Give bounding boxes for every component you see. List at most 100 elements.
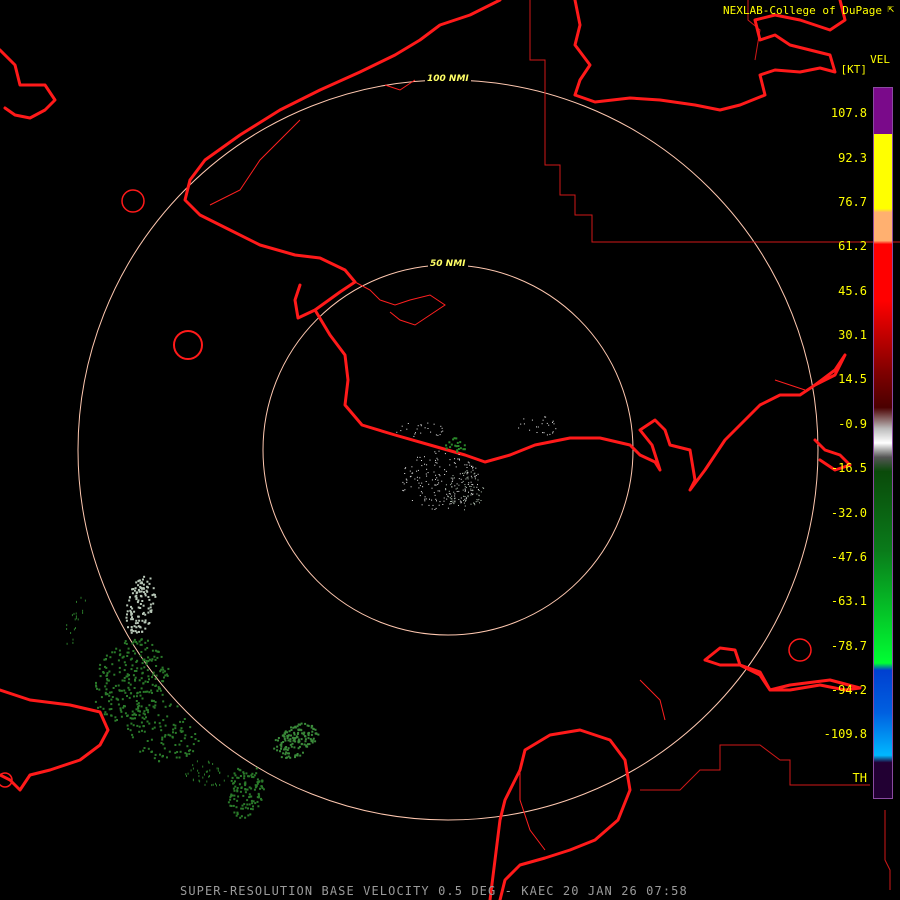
echo-pixel (480, 491, 482, 493)
echo-pixel (147, 622, 150, 625)
echo-pixel (473, 486, 475, 488)
echo-pixel (133, 638, 136, 641)
echo-pixel (464, 496, 466, 497)
echo-pixel (174, 724, 177, 727)
echo-pixel (238, 783, 241, 786)
echo-pixel (232, 787, 235, 790)
echo-pixel (110, 708, 113, 710)
echo-pixel (462, 472, 463, 474)
echo-pixel (296, 725, 299, 728)
echo-pixel (141, 671, 144, 674)
echo-pixel (474, 475, 476, 477)
echo-pixel (148, 678, 150, 681)
echo-pixel (131, 736, 134, 739)
echo-pixel (148, 722, 151, 725)
echo-pixel (459, 441, 462, 444)
legend-label: -47.6 (830, 550, 867, 564)
echo-pixel (204, 773, 205, 776)
echo-pixel (464, 471, 466, 473)
echo-pixel (464, 505, 466, 507)
echo-pixel (465, 478, 467, 480)
echo-pixel (135, 598, 138, 601)
legend-product: VEL (870, 53, 890, 66)
echo-pixel (443, 497, 445, 499)
echo-pixel (146, 585, 148, 588)
echo-pixel (135, 670, 138, 672)
echo-pixel (113, 651, 116, 654)
echo-pixel (143, 575, 146, 578)
echo-pixel (108, 700, 110, 703)
echo-pixel (186, 775, 187, 777)
echo-pixel (66, 628, 68, 630)
echo-pixel (250, 807, 252, 810)
echo-pixel (146, 681, 149, 683)
echo-pixel (255, 767, 258, 770)
echo-pixel (132, 650, 135, 652)
echo-pixel (478, 490, 480, 491)
echo-pixel (142, 682, 145, 685)
echo-pixel (183, 718, 186, 720)
echo-pixel (250, 799, 253, 802)
echo-pixel (172, 731, 174, 734)
echo-pixel (135, 708, 138, 711)
echo-pixel (249, 795, 252, 798)
echo-pixel (277, 737, 280, 739)
echo-pixel (442, 504, 444, 505)
echo-pixel (131, 592, 134, 595)
echo-pixel (453, 477, 455, 479)
echo-pixel (418, 487, 420, 489)
echo-pixel (163, 747, 166, 750)
echo-pixel (470, 503, 472, 505)
echo-pixel (127, 651, 130, 654)
echo-pixel (111, 696, 114, 698)
echo-pixel (457, 458, 459, 460)
echo-pixel (185, 773, 187, 776)
echo-pixel (452, 500, 454, 502)
echo-pixel (314, 740, 317, 743)
echo-pixel (158, 722, 161, 725)
radar-map (0, 0, 900, 900)
echo-pixel (126, 613, 128, 616)
echo-pixel (164, 705, 167, 708)
echo-pixel (422, 486, 424, 488)
echo-pixel (419, 495, 421, 497)
echo-pixel (445, 488, 447, 490)
echo-pixel (125, 616, 128, 619)
echo-pixel (310, 739, 313, 742)
legend-label: -32.0 (830, 506, 867, 520)
echo-pixel (411, 466, 413, 468)
echo-pixel (464, 490, 466, 492)
echo-pixel (453, 462, 455, 464)
echo-pixel (445, 484, 447, 486)
echo-pixel (159, 725, 162, 728)
echo-pixel (448, 490, 450, 492)
echo-pixel (549, 433, 551, 435)
echo-pixel (257, 805, 260, 808)
echo-pixel (128, 678, 131, 681)
echo-pixel (126, 724, 129, 727)
echo-pixel (216, 767, 218, 770)
echo-pixel (406, 479, 408, 481)
echo-pixel (477, 479, 479, 481)
echo-pixel (435, 459, 436, 461)
echo-pixel (420, 491, 422, 493)
echo-pixel (305, 745, 308, 748)
echo-pixel (284, 746, 287, 749)
echo-pixel (480, 500, 482, 501)
echo-pixel (114, 684, 117, 687)
echo-pixel (421, 492, 423, 494)
echo-pixel (209, 769, 211, 772)
echo-pixel (431, 499, 433, 501)
echo-pixel (441, 480, 443, 482)
echo-pixel (428, 483, 430, 485)
echo-pixel (297, 728, 300, 731)
echo-pixel (130, 631, 133, 634)
echo-pixel (202, 765, 204, 768)
echo-pixel (142, 725, 145, 728)
echo-pixel (421, 504, 423, 506)
echo-pixel (103, 713, 106, 716)
echo-pixel (477, 473, 479, 475)
echo-pixel (117, 698, 120, 701)
echo-pixel (419, 485, 421, 487)
echo-pixel (137, 709, 140, 712)
